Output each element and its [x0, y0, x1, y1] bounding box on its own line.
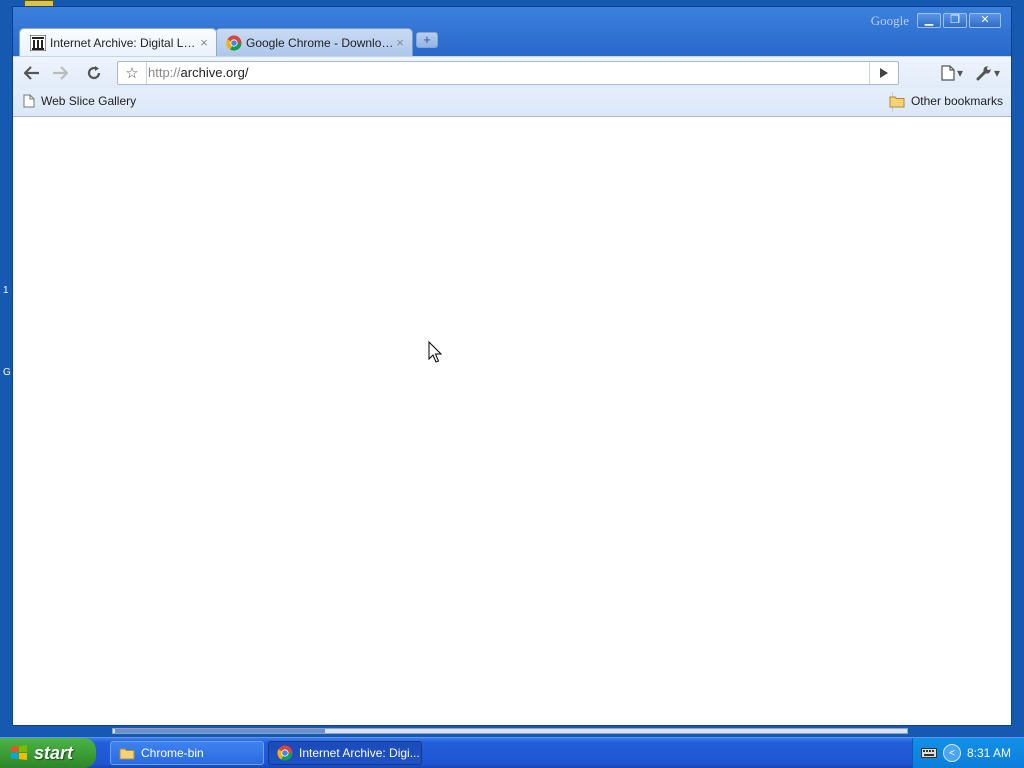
page-menu-button[interactable]: ▾ — [935, 61, 969, 85]
page-icon — [941, 65, 955, 81]
tab-close-icon[interactable]: × — [394, 35, 406, 50]
mouse-cursor-icon — [428, 341, 442, 363]
chrome-icon — [226, 35, 242, 51]
show-hidden-icons-button[interactable]: < — [943, 744, 961, 762]
wrench-menu-button[interactable]: ▾ — [971, 61, 1005, 85]
back-arrow-icon — [24, 66, 39, 80]
bookmark-web-slice-gallery[interactable]: Web Slice Gallery — [23, 94, 136, 108]
taskbar-item-chrome-bin[interactable]: Chrome-bin — [110, 741, 264, 765]
other-bookmarks-button[interactable]: Other bookmarks — [889, 94, 1003, 108]
system-tray: < 8:31 AM — [912, 738, 1024, 768]
horizontal-scrollbar[interactable] — [112, 728, 908, 734]
browser-window: Google ▁ ❐ ✕ Internet Archive: Digital L… — [12, 6, 1012, 726]
archive-icon — [30, 34, 46, 51]
forward-arrow-icon — [53, 66, 68, 80]
title-bar[interactable]: Google ▁ ❐ ✕ Internet Archive: Digital L… — [13, 7, 1011, 57]
url-host: archive.org/ — [180, 65, 249, 80]
url-scheme: http:// — [148, 65, 181, 80]
forward-button[interactable] — [47, 61, 73, 85]
bookmark-label: Web Slice Gallery — [41, 94, 137, 108]
close-window-button[interactable]: ✕ — [969, 13, 1001, 28]
taskbar-item-label: Chrome-bin — [141, 746, 204, 760]
taskbar-item-internet-archive[interactable]: Internet Archive: Digi... — [268, 741, 422, 765]
folder-icon — [119, 748, 135, 759]
new-tab-button[interactable]: + — [416, 32, 438, 48]
desktop-label-1: 1 — [3, 285, 9, 296]
start-label: start — [34, 742, 74, 763]
play-icon — [880, 68, 888, 78]
chevron-down-icon: ▾ — [993, 66, 1001, 80]
wrench-icon — [976, 66, 991, 81]
tab-close-icon[interactable]: × — [198, 35, 210, 50]
bookmark-label: Other bookmarks — [910, 94, 1003, 108]
start-button[interactable]: start — [0, 738, 96, 768]
keyboard-icon[interactable] — [921, 747, 937, 759]
tab-internet-archive[interactable]: Internet Archive: Digital Lib... × — [19, 28, 217, 56]
folder-icon — [889, 96, 905, 107]
taskbar: start Chrome-bin Internet Archive: Digi.… — [0, 737, 1024, 768]
reload-button[interactable] — [81, 61, 107, 85]
windows-logo-icon — [11, 745, 27, 760]
page-content[interactable] — [13, 117, 1011, 725]
chevron-down-icon: ▾ — [956, 66, 964, 80]
page-icon — [23, 94, 35, 108]
taskbar-item-label: Internet Archive: Digi... — [299, 746, 420, 760]
desktop-label-2: G — [3, 367, 11, 378]
tab-title: Google Chrome - Download... — [246, 35, 394, 50]
minimize-button[interactable]: ▁ — [917, 13, 941, 28]
tab-title: Internet Archive: Digital Lib... — [50, 35, 198, 50]
chrome-icon — [277, 745, 293, 761]
back-button[interactable] — [19, 61, 45, 85]
url-text[interactable]: http://archive.org/ — [148, 62, 868, 84]
go-button[interactable] — [869, 62, 898, 84]
reload-icon — [87, 66, 101, 80]
bookmark-star-icon[interactable]: ☆ — [118, 62, 147, 84]
clock: 8:31 AM — [967, 746, 1012, 760]
brand-label: Google — [870, 13, 909, 28]
bookmarks-bar: Web Slice Gallery Other bookmarks — [13, 88, 1011, 117]
maximize-button[interactable]: ❐ — [943, 13, 967, 28]
address-bar[interactable]: ☆ http://archive.org/ — [117, 61, 899, 85]
toolbar: ☆ http://archive.org/ ▾ ▾ — [13, 56, 1011, 89]
scrollbar-thumb[interactable] — [115, 729, 325, 733]
tab-google-chrome-download[interactable]: Google Chrome - Download... × — [215, 28, 413, 56]
